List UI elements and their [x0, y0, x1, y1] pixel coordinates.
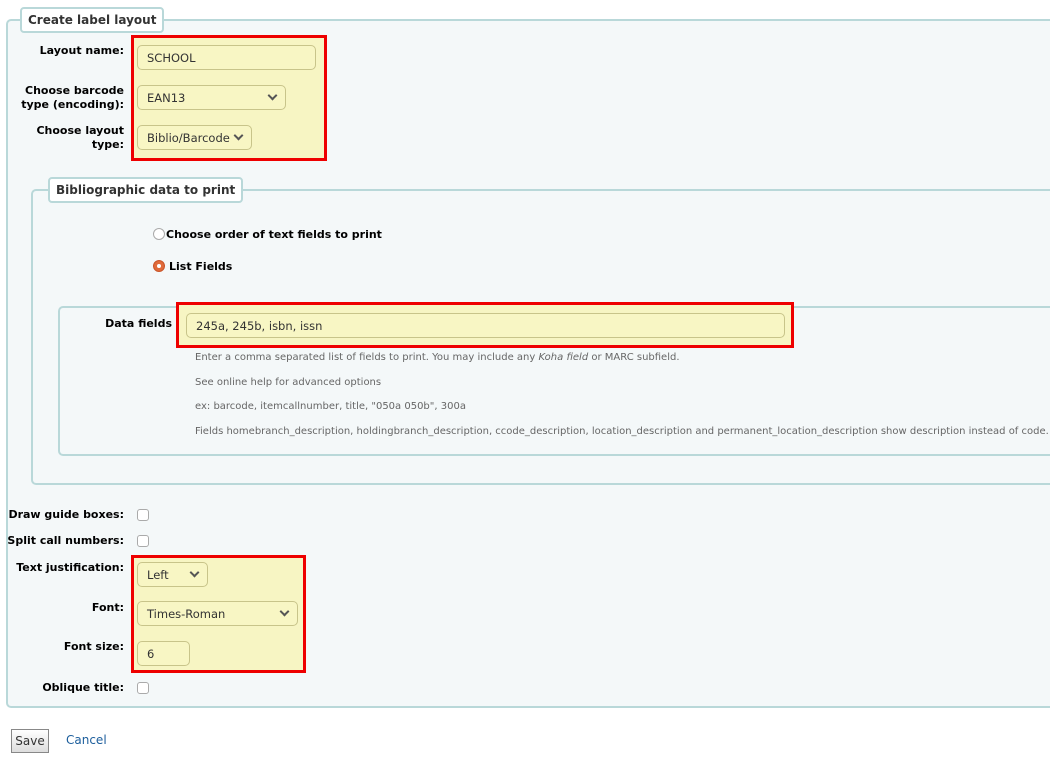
- radio-list-fields[interactable]: [153, 260, 165, 272]
- oblique-checkbox[interactable]: [137, 682, 149, 694]
- chevron-down-icon: [233, 130, 244, 141]
- oblique-label: Oblique title:: [42, 681, 124, 694]
- split-call-checkbox[interactable]: [137, 535, 149, 547]
- help-text-em: Koha field: [538, 352, 589, 363]
- help-text-part: Enter a comma separated list of fields t…: [195, 352, 539, 363]
- barcode-type-label: Choose barcode type (encoding):: [21, 84, 124, 111]
- help-text: Enter a comma separated list of fields t…: [195, 352, 680, 363]
- data-fields-input[interactable]: 245a, 245b, isbn, issn: [186, 313, 785, 338]
- help-text: Fields homebranch_description, holdingbr…: [195, 426, 1049, 437]
- chevron-down-icon: [267, 90, 278, 101]
- help-text-part: or MARC subfield.: [588, 352, 680, 363]
- font-value: Times-Roman: [147, 606, 226, 621]
- layout-type-select[interactable]: Biblio/Barcode: [137, 125, 252, 150]
- radio-order-fields[interactable]: [153, 228, 165, 240]
- help-text: ex: barcode, itemcallnumber, title, "050…: [195, 401, 466, 412]
- font-size-input[interactable]: 6: [137, 641, 190, 666]
- justification-label: Text justification:: [16, 561, 124, 574]
- radio-list-label: List Fields: [169, 260, 233, 273]
- split-call-label: Split call numbers:: [7, 534, 124, 547]
- save-button[interactable]: Save: [11, 729, 49, 753]
- create-layout-legend: Create label layout: [20, 7, 165, 33]
- barcode-type-select[interactable]: EAN13: [137, 85, 286, 110]
- layout-name-input[interactable]: SCHOOL: [137, 45, 316, 70]
- cancel-link[interactable]: Cancel: [66, 733, 107, 747]
- chevron-down-icon: [189, 567, 200, 578]
- layout-type-value: Biblio/Barcode: [147, 130, 230, 145]
- font-size-label: Font size:: [63, 640, 124, 653]
- chevron-down-icon: [279, 606, 290, 617]
- font-label: Font:: [91, 601, 124, 614]
- data-fields-label: Data fields: [105, 317, 172, 330]
- radio-order-label: Choose order of text fields to print: [166, 228, 382, 241]
- biblio-legend: Bibliographic data to print: [48, 177, 244, 203]
- guide-boxes-label: Draw guide boxes:: [8, 508, 124, 521]
- layout-type-label: Choose layout type:: [36, 124, 124, 151]
- justification-select[interactable]: Left: [137, 562, 208, 587]
- guide-boxes-checkbox[interactable]: [137, 509, 149, 521]
- font-select[interactable]: Times-Roman: [137, 601, 298, 626]
- barcode-type-value: EAN13: [147, 90, 186, 105]
- layout-name-label: Layout name:: [39, 44, 124, 57]
- justification-value: Left: [147, 567, 169, 582]
- help-text: See online help for advanced options: [195, 377, 382, 388]
